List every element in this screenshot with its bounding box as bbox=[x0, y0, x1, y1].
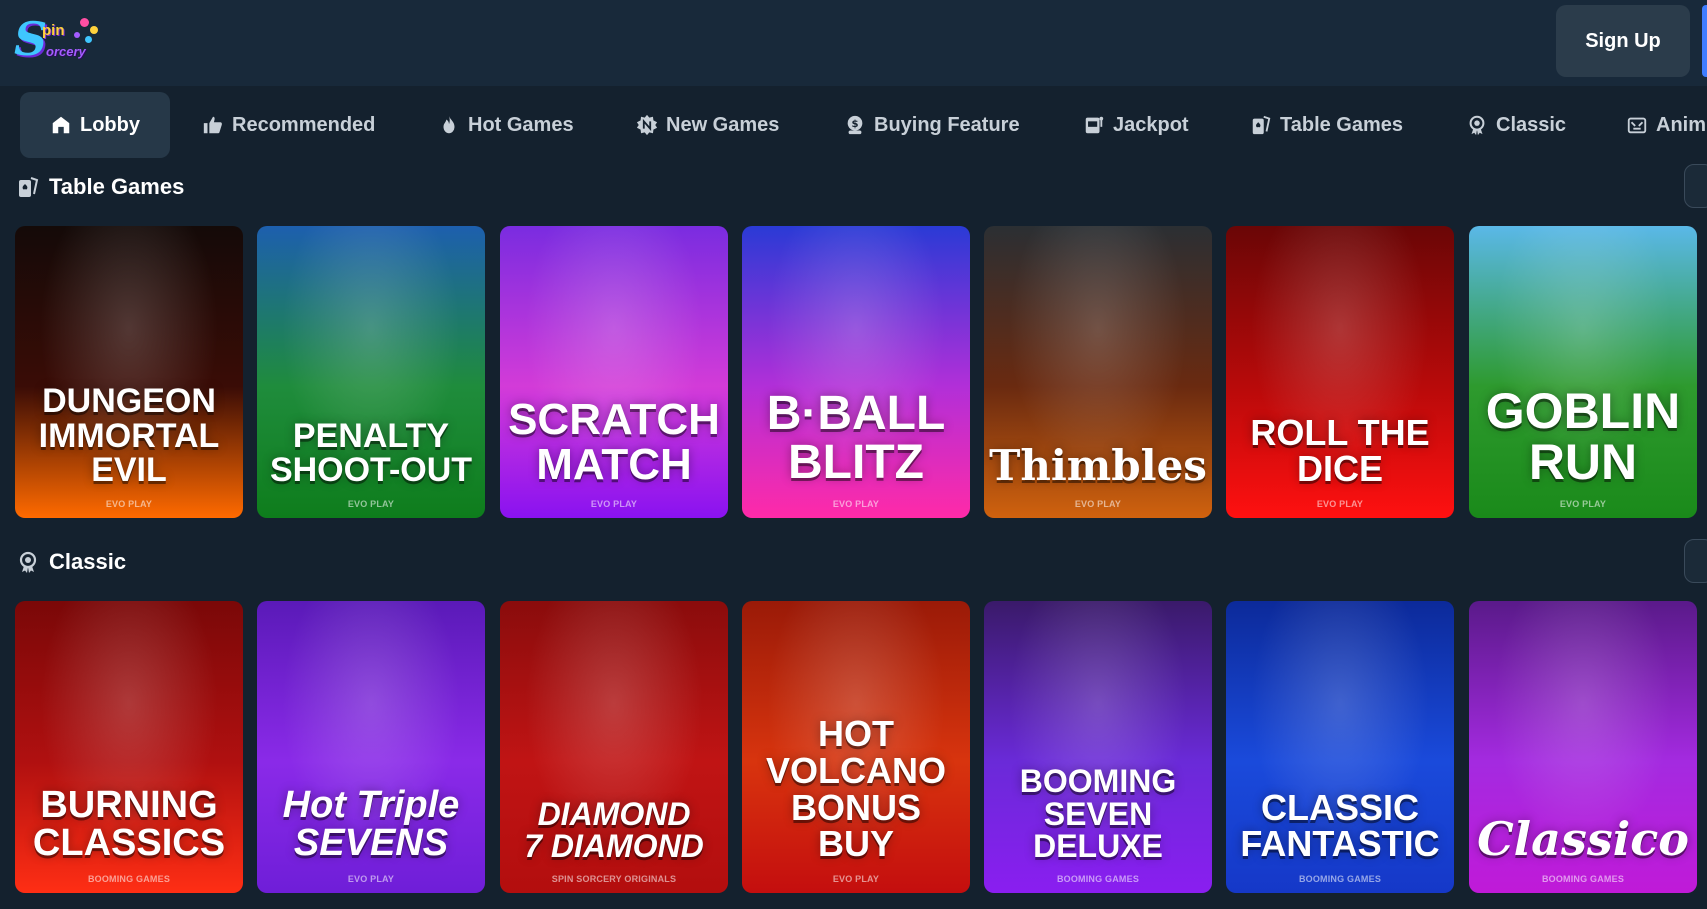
tab-label: Lobby bbox=[80, 113, 140, 136]
game-title: HOT VOLCANO BONUS BUY bbox=[766, 713, 946, 865]
site-logo[interactable]: S pin orcery bbox=[14, 14, 104, 66]
tab-label: Jackpot bbox=[1113, 113, 1189, 136]
game-provider: BOOMING GAMES bbox=[1298, 874, 1382, 884]
see-all-button[interactable] bbox=[1684, 539, 1707, 583]
game-title: B·BALL BLITZ bbox=[766, 387, 946, 490]
sign-up-button[interactable]: Sign Up bbox=[1556, 5, 1690, 77]
game-provider: EVO PLAY bbox=[832, 874, 880, 884]
slot-machine-icon bbox=[1085, 116, 1104, 134]
new-badge-icon bbox=[636, 114, 658, 136]
tab-label: Buying Feature bbox=[874, 113, 1020, 136]
tab-lobby[interactable]: Lobby bbox=[20, 92, 170, 158]
game-card[interactable]: CLASSIC FANTASTIC BOOMING GAMES bbox=[1226, 601, 1454, 893]
tab-buying-feature[interactable]: $ Buying Feature bbox=[844, 92, 1020, 158]
game-card[interactable]: DIAMOND 7 DIAMOND SPIN SORCERY ORIGINALS bbox=[500, 601, 728, 893]
game-provider: BOOMING GAMES bbox=[87, 874, 171, 884]
tab-label: Classic bbox=[1496, 113, 1567, 136]
game-title: DUNGEON IMMORTAL EVIL bbox=[38, 381, 220, 490]
see-all-button[interactable] bbox=[1684, 164, 1707, 208]
game-provider: BOOMING GAMES bbox=[1541, 874, 1625, 884]
tab-classic[interactable]: Classic bbox=[1466, 92, 1566, 158]
tab-label: Recommended bbox=[232, 113, 376, 136]
game-card[interactable]: DUNGEON IMMORTAL EVIL EVO PLAY bbox=[15, 226, 243, 518]
animal-icon bbox=[1627, 117, 1647, 134]
game-card[interactable]: B·BALL BLITZ EVO PLAY bbox=[742, 226, 970, 518]
game-card[interactable]: Classico BOOMING GAMES bbox=[1469, 601, 1697, 893]
top-bar: S pin orcery Sign Up bbox=[0, 0, 1707, 86]
award-icon bbox=[19, 551, 37, 573]
game-provider: EVO PLAY bbox=[1559, 499, 1607, 509]
tab-animals[interactable]: Anim bbox=[1626, 92, 1706, 158]
svg-text:$: $ bbox=[851, 119, 858, 130]
game-provider: EVO PLAY bbox=[347, 874, 395, 884]
game-provider: EVO PLAY bbox=[590, 499, 638, 509]
section-title-text: Table Games bbox=[49, 174, 185, 199]
coin-icon: $ bbox=[847, 115, 863, 135]
game-title: BOOMING SEVEN DELUXE bbox=[1019, 763, 1177, 865]
game-title: ROLL THE DICE bbox=[1250, 411, 1430, 490]
game-title: Thimbles bbox=[989, 441, 1207, 491]
logo-text-line2: orcery bbox=[46, 44, 86, 59]
game-provider: EVO PLAY bbox=[1316, 499, 1364, 509]
game-card[interactable]: BOOMING SEVEN DELUXE BOOMING GAMES bbox=[984, 601, 1212, 893]
game-provider: EVO PLAY bbox=[832, 499, 880, 509]
game-card[interactable]: HOT VOLCANO BONUS BUY EVO PLAY bbox=[742, 601, 970, 893]
game-card[interactable]: ROLL THE DICE EVO PLAY bbox=[1226, 226, 1454, 518]
game-title: DIAMOND 7 DIAMOND bbox=[524, 795, 704, 865]
section-title-table-games: Table Games bbox=[16, 174, 184, 200]
game-title: Classico bbox=[1477, 812, 1689, 867]
tab-label: New Games bbox=[666, 113, 780, 136]
game-title: GOBLIN RUN bbox=[1485, 383, 1681, 490]
section-title-text: Classic bbox=[49, 549, 127, 574]
game-provider: EVO PLAY bbox=[105, 499, 153, 509]
playing-cards-icon bbox=[19, 177, 39, 197]
game-card[interactable]: Thimbles EVO PLAY bbox=[984, 226, 1212, 518]
tab-hot-games[interactable]: Hot Games bbox=[438, 92, 574, 158]
game-provider: EVO PLAY bbox=[347, 499, 395, 509]
game-provider: SPIN SORCERY ORIGINALS bbox=[551, 874, 677, 884]
game-title: SCRATCH MATCH bbox=[508, 395, 720, 490]
tab-label: Anim bbox=[1656, 113, 1706, 136]
game-card[interactable]: Hot Triple SEVENS EVO PLAY bbox=[257, 601, 485, 893]
thumbs-up-icon bbox=[203, 116, 222, 134]
game-title: Hot Triple SEVENS bbox=[282, 783, 460, 865]
playing-cards-icon bbox=[1252, 115, 1271, 135]
game-card[interactable]: GOBLIN RUN EVO PLAY bbox=[1469, 226, 1697, 518]
tab-label: Table Games bbox=[1280, 113, 1404, 136]
home-icon bbox=[52, 116, 70, 134]
tab-recommended[interactable]: Recommended bbox=[202, 92, 375, 158]
tab-table-games[interactable]: Table Games bbox=[1250, 92, 1403, 158]
login-button-edge[interactable] bbox=[1702, 5, 1707, 77]
logo-dot-icon bbox=[80, 18, 89, 27]
game-title: CLASSIC FANTASTIC bbox=[1240, 786, 1440, 865]
tab-jackpot[interactable]: Jackpot bbox=[1083, 92, 1189, 158]
logo-dot-icon bbox=[74, 32, 80, 38]
game-card[interactable]: PENALTY SHOOT-OUT EVO PLAY bbox=[257, 226, 485, 518]
game-card[interactable]: SCRATCH MATCH EVO PLAY bbox=[500, 226, 728, 518]
game-title: PENALTY SHOOT-OUT bbox=[269, 416, 473, 490]
logo-text-line1: pin bbox=[42, 22, 65, 39]
category-nav: Lobby Recommended Hot Games New Games $ … bbox=[0, 86, 1707, 164]
section-title-classic: Classic bbox=[16, 549, 126, 575]
logo-dot-icon bbox=[85, 36, 92, 43]
logo-dot-icon bbox=[90, 26, 98, 34]
tab-new-games[interactable]: New Games bbox=[636, 92, 779, 158]
game-row-classic: BURNING CLASSICS BOOMING GAMES Hot Triple… bbox=[0, 601, 1707, 893]
flame-icon bbox=[443, 115, 455, 134]
award-icon bbox=[1469, 115, 1485, 136]
game-row-table-games: DUNGEON IMMORTAL EVIL EVO PLAY PENALTY SH… bbox=[0, 226, 1707, 518]
game-provider: BOOMING GAMES bbox=[1056, 874, 1140, 884]
game-title: BURNING CLASSICS bbox=[32, 783, 226, 865]
tab-label: Hot Games bbox=[468, 113, 574, 136]
game-provider: EVO PLAY bbox=[1074, 499, 1122, 509]
game-card[interactable]: BURNING CLASSICS BOOMING GAMES bbox=[15, 601, 243, 893]
